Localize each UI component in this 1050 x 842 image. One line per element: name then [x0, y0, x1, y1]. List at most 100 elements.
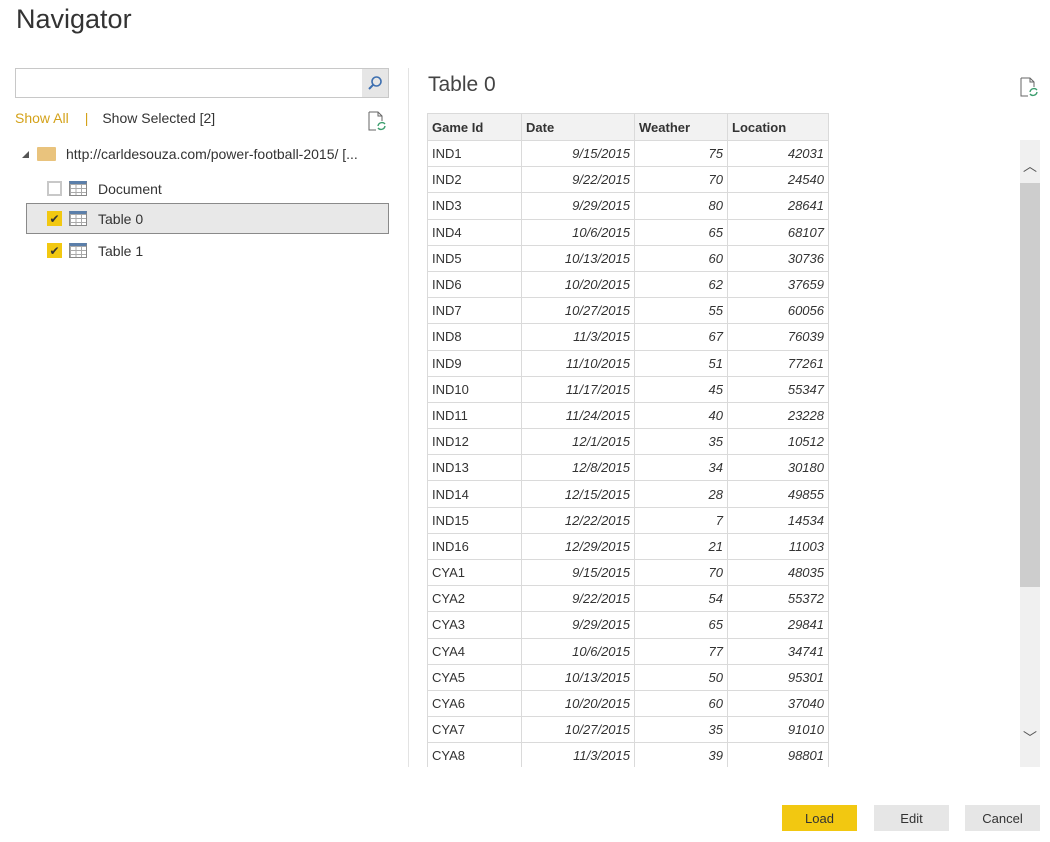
table-cell: IND3: [427, 192, 522, 220]
table-row: CYA4 10/6/2015 77 34741: [427, 637, 829, 665]
load-button[interactable]: Load: [782, 805, 857, 831]
table-icon: [69, 211, 87, 226]
column-header[interactable]: Game Id: [427, 113, 522, 141]
search-input[interactable]: [16, 69, 356, 97]
table-cell: 10/6/2015: [521, 218, 635, 246]
preview-refresh-button[interactable]: [1020, 77, 1038, 101]
table-row: IND5 10/13/2015 60 30736: [427, 244, 829, 272]
search-button[interactable]: [362, 69, 388, 97]
column-header[interactable]: Weather: [634, 113, 728, 141]
table-row: IND13 12/8/2015 34 30180: [427, 454, 829, 482]
table-cell: 7: [634, 506, 728, 534]
table-cell: 23228: [727, 401, 829, 430]
table-cell: 48035: [727, 558, 829, 587]
checkbox-table-0[interactable]: ✔: [47, 211, 62, 226]
table-cell: IND1: [427, 139, 522, 168]
edit-button[interactable]: Edit: [874, 805, 949, 831]
cancel-button[interactable]: Cancel: [965, 805, 1040, 831]
table-row: IND11 11/24/2015 40 23228: [427, 401, 829, 430]
table-cell: 37659: [727, 270, 829, 299]
table-cell: 65: [634, 218, 728, 246]
table-cell: 10/20/2015: [521, 270, 635, 299]
table-cell: 24540: [727, 166, 829, 194]
table-cell: 62: [634, 270, 728, 299]
table-cell: 50: [634, 663, 728, 691]
show-all-link[interactable]: Show All: [15, 110, 69, 126]
table-cell: 21: [634, 532, 728, 561]
table-cell: IND11: [427, 401, 522, 430]
table-cell: 14534: [727, 506, 829, 534]
search-box[interactable]: [15, 68, 389, 98]
table-cell: 65: [634, 611, 728, 639]
table-cell: 10/6/2015: [521, 637, 635, 665]
table-cell: 12/15/2015: [521, 480, 635, 508]
column-header[interactable]: Location: [727, 113, 829, 141]
table-cell: 10/13/2015: [521, 244, 635, 272]
table-cell: IND5: [427, 244, 522, 272]
preview-table-container: Game Id Date Weather Location IND1 9/15/2015…: [427, 113, 829, 767]
tree-item-table-1[interactable]: ✔ Table 1: [26, 235, 389, 266]
table-cell: 55347: [727, 375, 829, 403]
table-row: IND10 11/17/2015 45 55347: [427, 375, 829, 403]
table-cell: 40: [634, 401, 728, 430]
table-cell: 55: [634, 297, 728, 325]
table-cell: 42031: [727, 139, 829, 168]
table-cell: CYA7: [427, 716, 522, 744]
refresh-button[interactable]: [368, 111, 386, 135]
tree-item-table-0[interactable]: ✔ Table 0: [26, 203, 389, 234]
table-cell: 60: [634, 689, 728, 718]
table-cell: IND6: [427, 270, 522, 299]
preview-table: Game Id Date Weather Location IND1 9/15/2015…: [427, 113, 829, 767]
table-cell: IND12: [427, 428, 522, 456]
table-cell: 11/24/2015: [521, 401, 635, 430]
folder-icon: [37, 147, 56, 161]
scrollbar-thumb[interactable]: [1020, 183, 1040, 587]
collapse-triangle-icon[interactable]: [22, 150, 29, 158]
table-row: IND2 9/22/2015 70 24540: [427, 166, 829, 194]
column-header[interactable]: Date: [521, 113, 635, 141]
filter-links: Show All | Show Selected [2]: [15, 110, 215, 126]
checkbox-table-1[interactable]: ✔: [47, 243, 62, 258]
table-header-row: Game Id Date Weather Location: [427, 113, 829, 141]
table-cell: 11003: [727, 532, 829, 561]
table-row: CYA7 10/27/2015 35 91010: [427, 716, 829, 744]
filter-separator: |: [84, 110, 89, 126]
table-cell: 11/17/2015: [521, 375, 635, 403]
table-cell: 35: [634, 716, 728, 744]
table-cell: IND13: [427, 454, 522, 482]
table-cell: 30180: [727, 454, 829, 482]
table-row: IND6 10/20/2015 62 37659: [427, 270, 829, 299]
tree-item-label: Table 1: [98, 242, 144, 259]
tree-root-node[interactable]: http://carldesouza.com/power-football-20…: [22, 146, 358, 162]
table-row: CYA1 9/15/2015 70 48035: [427, 558, 829, 587]
table-cell: 98801: [727, 742, 829, 767]
table-cell: 28641: [727, 192, 829, 220]
vertical-scrollbar[interactable]: ︿ ﹀: [1020, 140, 1040, 767]
table-cell: CYA5: [427, 663, 522, 691]
table-cell: 9/29/2015: [521, 611, 635, 639]
table-cell: 12/22/2015: [521, 506, 635, 534]
show-selected-link[interactable]: Show Selected [2]: [102, 110, 215, 126]
table-cell: 95301: [727, 663, 829, 691]
table-cell: 37040: [727, 689, 829, 718]
table-cell: 12/1/2015: [521, 428, 635, 456]
table-row: IND7 10/27/2015 55 60056: [427, 297, 829, 325]
table-cell: 77: [634, 637, 728, 665]
table-cell: IND8: [427, 323, 522, 351]
tree-item-document[interactable]: Document: [26, 173, 389, 204]
table-cell: 67: [634, 323, 728, 351]
scroll-up-icon[interactable]: ︿: [1020, 156, 1040, 176]
pane-divider: [408, 68, 409, 767]
table-cell: IND16: [427, 532, 522, 561]
table-cell: 70: [634, 166, 728, 194]
table-cell: 80: [634, 192, 728, 220]
table-cell: 12/8/2015: [521, 454, 635, 482]
checkbox-document[interactable]: [47, 181, 62, 196]
table-cell: IND2: [427, 166, 522, 194]
table-cell: 76039: [727, 323, 829, 351]
table-cell: 11/3/2015: [521, 742, 635, 767]
table-cell: 10/27/2015: [521, 716, 635, 744]
table-row: CYA2 9/22/2015 54 55372: [427, 585, 829, 613]
table-cell: 28: [634, 480, 728, 508]
scroll-down-icon[interactable]: ﹀: [1020, 728, 1040, 748]
